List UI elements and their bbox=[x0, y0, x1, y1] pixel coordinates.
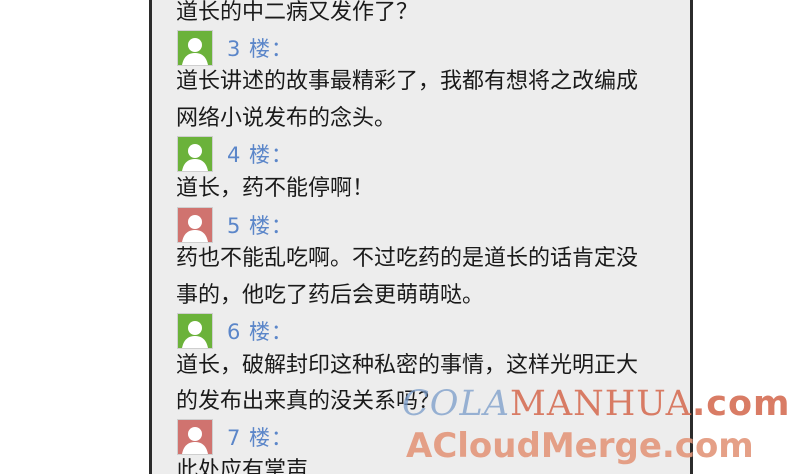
floor-label: 6 楼： bbox=[227, 320, 294, 344]
comment-text: 事的，他吃了药后会更萌萌哒。 bbox=[176, 283, 485, 308]
watermark-acloudmerge: ACloudMerge.com bbox=[406, 426, 754, 466]
watermark-part: COLA bbox=[402, 384, 510, 424]
comment-text: 的发布出来真的没关系吗？ bbox=[176, 389, 441, 414]
comment-text: 道长，破解封印这种私密的事情，这样光明正大 bbox=[176, 353, 639, 378]
floor-header-5: 5 楼： bbox=[177, 206, 293, 244]
user-avatar-icon bbox=[177, 30, 213, 66]
comment-text: 药也不能乱吃啊。不过吃药的是道长的话肯定没 bbox=[176, 246, 639, 271]
comic-page: 道长的中二病又发作了？ 3 楼： 道长讲述的故事最精彩了，我都有想将之改编成 网… bbox=[0, 0, 800, 474]
watermark-colamanhua: COLAMANHUA.com bbox=[402, 384, 791, 424]
user-avatar-icon bbox=[177, 419, 213, 455]
user-avatar-icon bbox=[177, 207, 213, 243]
floor-label: 4 楼： bbox=[227, 143, 294, 167]
comment-text: 道长的中二病又发作了？ bbox=[176, 0, 419, 25]
floor-header-4: 4 楼： bbox=[177, 135, 293, 173]
floor-header-3: 3 楼： bbox=[177, 29, 293, 67]
comment-text: 网络小说发布的念头。 bbox=[176, 106, 397, 131]
user-avatar-icon bbox=[177, 136, 213, 172]
watermark-part: .com bbox=[691, 384, 791, 424]
watermark-part: MANHUA bbox=[510, 384, 692, 424]
comment-text: 此处应有掌声 bbox=[176, 458, 309, 474]
comment-text: 道长，药不能停啊！ bbox=[176, 176, 375, 201]
comment-text: 道长讲述的故事最精彩了，我都有想将之改编成 bbox=[176, 69, 639, 94]
user-avatar-icon bbox=[177, 313, 213, 349]
floor-header-6: 6 楼： bbox=[177, 312, 293, 350]
floor-header-7: 7 楼： bbox=[177, 418, 293, 456]
floor-label: 5 楼： bbox=[227, 214, 294, 238]
floor-label: 3 楼： bbox=[227, 37, 294, 61]
floor-label: 7 楼： bbox=[227, 426, 294, 450]
